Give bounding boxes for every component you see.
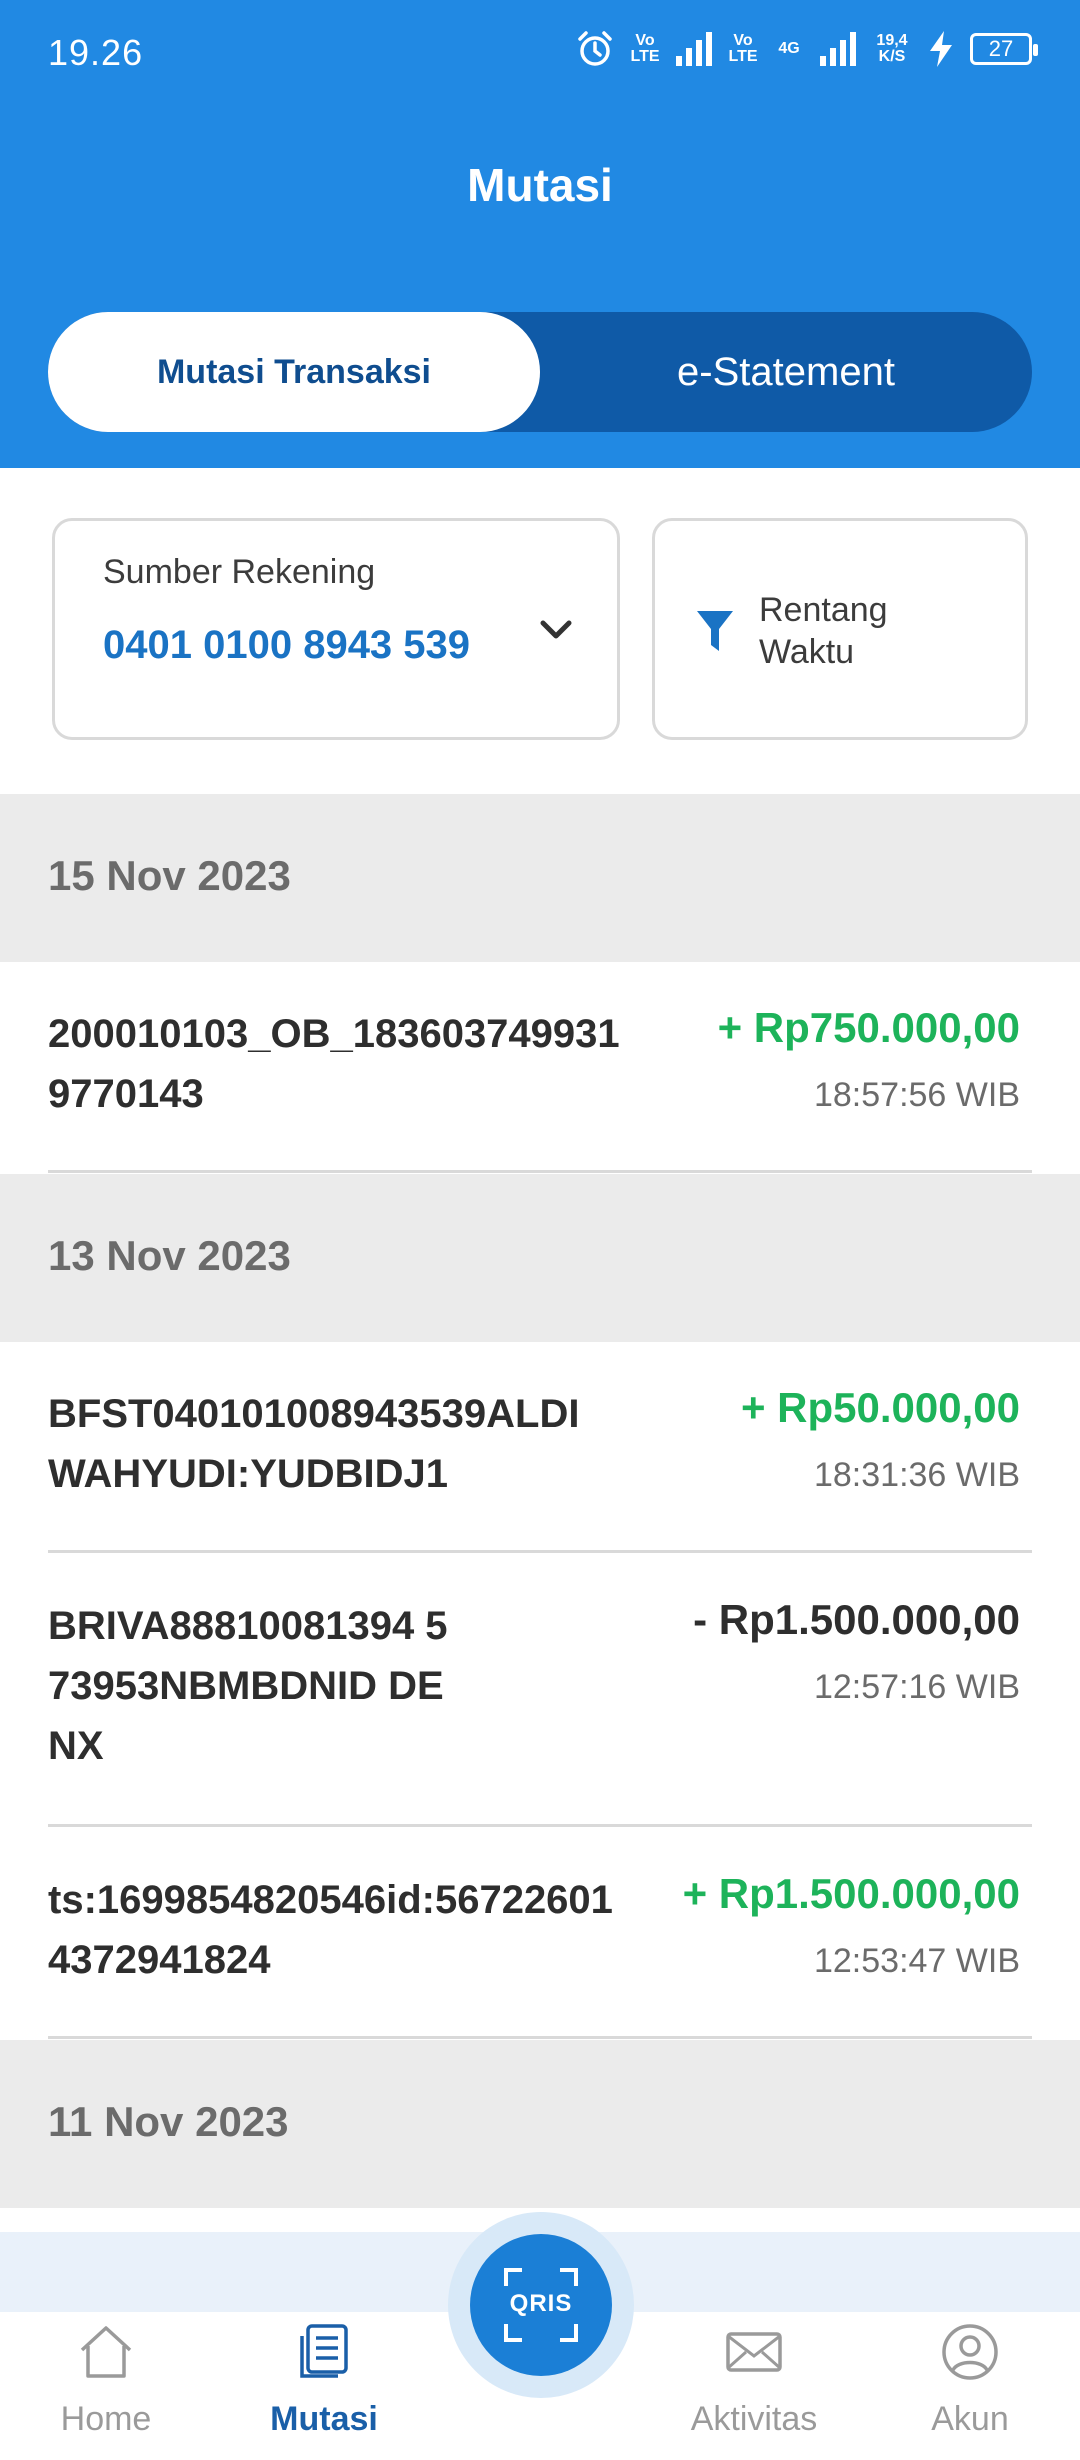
date-range-label: Rentang Waktu bbox=[759, 591, 888, 671]
user-icon bbox=[942, 2324, 998, 2380]
chevron-down-icon bbox=[540, 620, 572, 639]
date-group-label: 13 Nov 2023 bbox=[48, 1232, 291, 1279]
status-time: 19.26 bbox=[48, 32, 144, 73]
transaction-amount: + Rp1.500.000,00 bbox=[682, 1870, 1020, 1917]
transaction-description: 200010103_OB_1836037499319770143 bbox=[48, 1012, 620, 1116]
transaction-row[interactable]: BRIVA88810081394 573953NBMBDNID DENX - R… bbox=[0, 1554, 1080, 1824]
volte-indicator-1: Vo LTE bbox=[630, 32, 660, 65]
battery-icon: 27 bbox=[970, 33, 1038, 65]
app-header: 19.26 Vo LTE Vo LTE 4G 19,4 K/S 27 Mutas… bbox=[0, 0, 1080, 468]
date-group-header: 11 Nov 2023 bbox=[0, 2040, 1080, 2208]
nav-home[interactable]: Home bbox=[6, 2312, 206, 2460]
qris-label: QRIS bbox=[509, 2290, 573, 2317]
transaction-amount: + Rp50.000,00 bbox=[740, 1384, 1020, 1431]
nav-aktivitas[interactable]: Aktivitas bbox=[654, 2312, 854, 2460]
alarm-icon bbox=[578, 31, 612, 66]
network-type: 4G bbox=[778, 40, 800, 57]
filter-icon bbox=[697, 611, 733, 651]
transaction-time: 18:57:56 WIB bbox=[813, 1076, 1020, 1114]
nav-label: Aktivitas bbox=[690, 2400, 818, 2438]
tab-e-statement[interactable]: e-Statement bbox=[540, 312, 1032, 432]
transaction-row[interactable]: ts:1699854820546id:567226014372941824 + … bbox=[0, 1828, 1080, 2036]
date-group-label: 11 Nov 2023 bbox=[48, 2098, 289, 2145]
qris-icon: QRIS bbox=[504, 2268, 578, 2342]
qris-scan-button[interactable]: QRIS bbox=[470, 2234, 612, 2376]
nav-mutasi[interactable]: Mutasi bbox=[224, 2312, 424, 2460]
tab-mutasi-transaksi[interactable]: Mutasi Transaksi bbox=[48, 312, 540, 432]
signal-icon-1 bbox=[676, 32, 712, 66]
source-account-label: Sumber Rekening bbox=[103, 553, 376, 591]
transaction-amount: + Rp750.000,00 bbox=[717, 1004, 1020, 1051]
transaction-row[interactable]: BFST040101008943539ALDI WAHYUDI:YUDBIDJ1… bbox=[0, 1342, 1080, 1550]
divider bbox=[48, 2036, 1032, 2039]
battery-level: 27 bbox=[988, 36, 1014, 61]
page-title: Mutasi bbox=[467, 159, 613, 211]
signal-icon-2 bbox=[820, 32, 856, 66]
home-icon bbox=[80, 2326, 132, 2378]
divider bbox=[48, 1170, 1032, 1173]
nav-label: Mutasi bbox=[270, 2400, 378, 2438]
date-range-filter[interactable]: Rentang Waktu bbox=[652, 518, 1028, 740]
transaction-amount: - Rp1.500.000,00 bbox=[693, 1596, 1020, 1643]
transaction-description: BFST040101008943539ALDI WAHYUDI:YUDBIDJ1 bbox=[48, 1392, 580, 1496]
transaction-time: 12:53:47 WIB bbox=[813, 1942, 1020, 1980]
date-group-header: 15 Nov 2023 bbox=[0, 794, 1080, 962]
transaction-description: BRIVA88810081394 573953NBMBDNID DENX bbox=[48, 1604, 448, 1768]
date-group-header: 13 Nov 2023 bbox=[0, 1174, 1080, 1342]
mail-icon bbox=[726, 2332, 782, 2372]
date-group-label: 15 Nov 2023 bbox=[48, 852, 291, 899]
volte-indicator-2: Vo LTE bbox=[728, 32, 758, 65]
transaction-time: 18:31:36 WIB bbox=[813, 1456, 1020, 1494]
charging-icon bbox=[930, 31, 952, 67]
document-icon bbox=[300, 2324, 348, 2378]
divider bbox=[48, 1550, 1032, 1553]
divider bbox=[48, 1824, 1032, 1827]
nav-label: Akun bbox=[931, 2400, 1009, 2438]
transaction-row[interactable]: 200010103_OB_1836037499319770143 + Rp750… bbox=[0, 962, 1080, 1172]
transaction-time: 12:57:16 WIB bbox=[813, 1668, 1020, 1706]
status-bar: 19.26 Vo LTE Vo LTE 4G 19,4 K/S 27 bbox=[0, 0, 1080, 110]
tab-bar: Mutasi Transaksi e-Statement bbox=[48, 312, 1032, 432]
nav-akun[interactable]: Akun bbox=[870, 2312, 1070, 2460]
transaction-description: ts:1699854820546id:567226014372941824 bbox=[48, 1878, 613, 1982]
nav-label: Home bbox=[60, 2400, 152, 2438]
status-icons: Vo LTE Vo LTE 4G 19,4 K/S 27 bbox=[576, 30, 1038, 68]
source-account-selector[interactable]: Sumber Rekening 0401 0100 8943 539 bbox=[52, 518, 620, 740]
network-speed: 19,4 K/S bbox=[876, 32, 908, 65]
source-account-value: 0401 0100 8943 539 bbox=[103, 623, 471, 667]
